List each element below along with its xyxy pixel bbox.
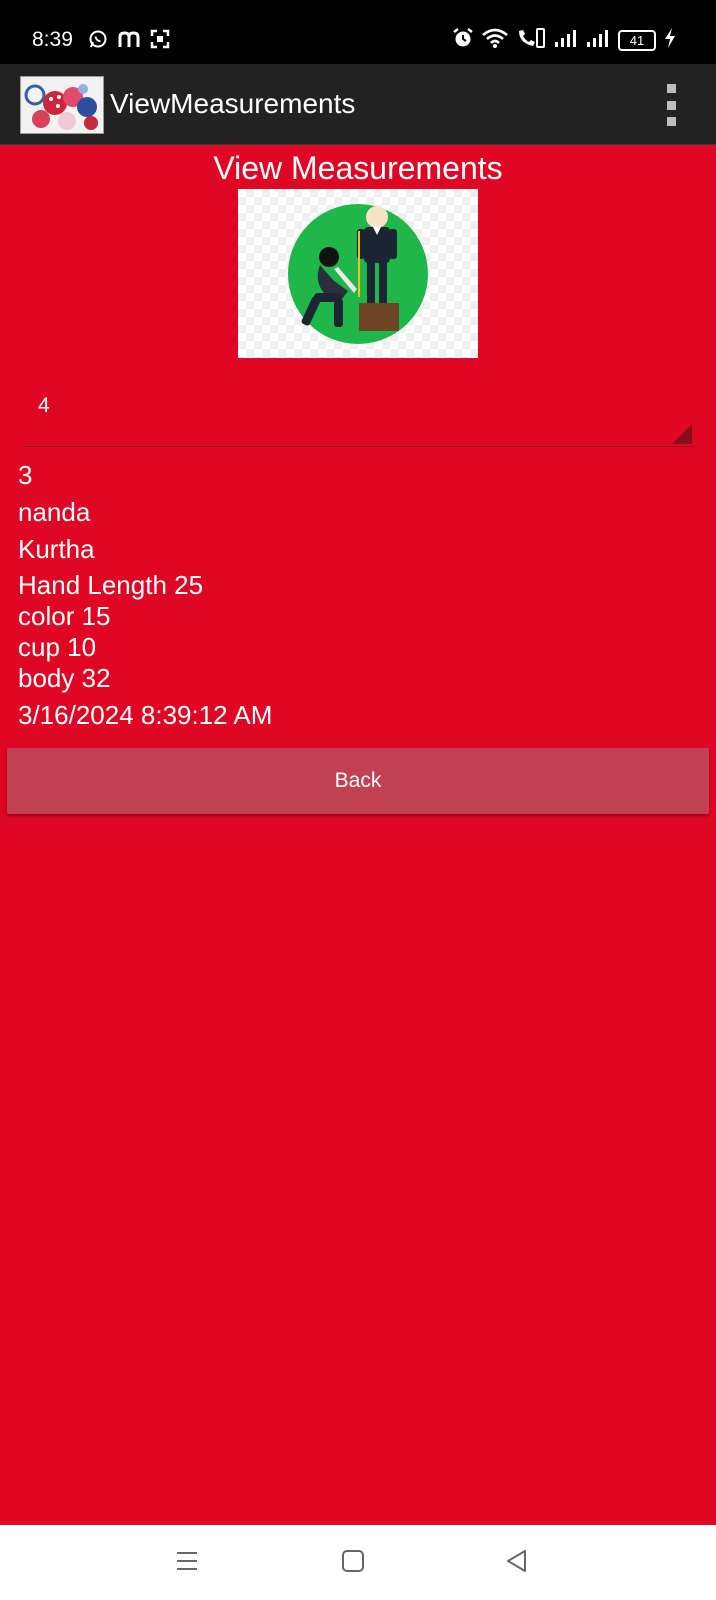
battery-indicator: 41 [618,30,656,51]
charging-icon [664,28,676,53]
detail-garment: Kurtha [18,534,95,564]
detail-name: nanda [18,497,91,527]
app-bar: ViewMeasurements [0,64,716,145]
app-title: ViewMeasurements [110,88,356,119]
system-nav-bar [0,1525,716,1600]
whatsapp-icon [88,29,108,54]
detail-timestamp: 3/16/2024 8:39:12 AM [18,700,273,730]
status-right-icons: 41 [452,27,676,54]
page-title: View Measurements [213,150,503,186]
detail-color: color 15 [18,601,111,631]
wifi-icon [482,28,508,53]
detail-cup: cup 10 [18,632,97,662]
detail-body: body 32 [18,663,111,693]
spinner-selected-value: 4 [38,394,50,417]
alarm-icon [452,27,474,54]
fabric-thumbnail-icon [21,77,103,133]
screenshot-icon [150,29,170,54]
signal-icon [586,28,610,53]
measurement-spinner[interactable]: 4 [24,376,694,447]
recents-icon[interactable] [175,1548,199,1579]
signal-icon [554,28,578,53]
back-icon[interactable] [505,1548,529,1579]
m-app-icon [118,29,140,54]
status-left-icons [88,29,170,54]
status-time: 8:39 [32,28,73,51]
dropdown-arrow-icon [672,424,692,444]
overflow-menu-icon[interactable] [656,84,686,126]
status-bar: 8:39 41 [0,0,716,64]
tailor-measuring-image [238,189,478,358]
app-logo [20,76,104,134]
detail-id: 3 [18,460,33,490]
home-icon[interactable] [341,1548,365,1579]
back-button[interactable]: Back [7,748,709,814]
volte-call-icon [516,27,546,54]
detail-hand-length: Hand Length 25 [18,570,204,600]
